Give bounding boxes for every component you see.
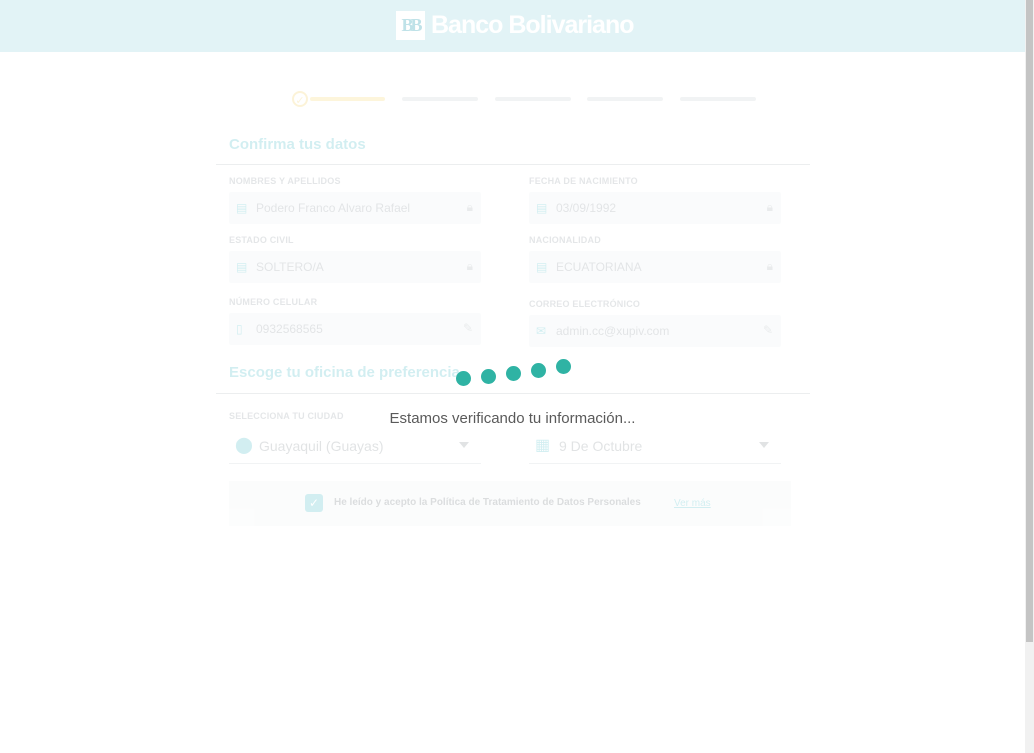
label-birthdate: FECHA DE NACIMIENTO (529, 176, 638, 186)
step-bar-5 (680, 97, 756, 101)
label-nationality: NACIONALIDAD (529, 235, 601, 245)
scrollbar-thumb[interactable] (1026, 0, 1033, 642)
scrollbar-track[interactable] (1025, 0, 1034, 753)
office-select[interactable]: ▦ 9 De Octubre (529, 429, 781, 464)
section-title-office: Escoge tu oficina de preferencia (229, 364, 460, 381)
phone-value: 0932568565 (256, 322, 323, 336)
id-card-icon: ▤ (236, 260, 248, 274)
names-value: Podero Franco Alvaro Rafael (256, 201, 411, 215)
step-bar-1 (310, 97, 385, 101)
phone-icon: ▯ (236, 322, 243, 336)
lock-icon: 🔒︎ (766, 200, 773, 214)
consent-box: ✓ He leído y acepto la Política de Trata… (229, 481, 791, 526)
civil-status-value: SOLTERO/A (256, 260, 324, 274)
label-phone: NÚMERO CELULAR (229, 297, 318, 307)
civil-status-field[interactable]: ▤ SOLTERO/A 🔒︎ (229, 251, 481, 283)
see-more-link[interactable]: Ver más (674, 498, 711, 509)
loader-dot (481, 369, 496, 384)
loading-spinner (456, 359, 576, 389)
loader-dot (531, 363, 546, 378)
lock-icon: 🔒︎ (466, 259, 473, 273)
loader-dot (556, 359, 571, 374)
birthdate-field[interactable]: ▤ 03/09/1992 🔒︎ (529, 192, 781, 224)
label-names: NOMBRES Y APELLIDOS (229, 176, 341, 186)
id-card-icon: ▤ (536, 201, 548, 215)
mail-icon: ✉ (536, 324, 547, 338)
email-field[interactable]: ✉ admin.cc@xupiv.com ✎ (529, 315, 781, 347)
city-select[interactable]: ⬤ Guayaquil (Guayas) (229, 429, 481, 464)
label-civil-status: ESTADO CIVIL (229, 235, 294, 245)
loader-dot (456, 371, 471, 386)
chevron-down-icon (759, 442, 769, 448)
lock-icon: 🔒︎ (766, 259, 773, 273)
consent-checkbox[interactable]: ✓ (305, 494, 323, 512)
loader-dot (506, 366, 521, 381)
id-card-icon: ▤ (536, 260, 548, 274)
email-value: admin.cc@xupiv.com (556, 324, 670, 338)
section-divider (216, 164, 810, 165)
city-value: Guayaquil (Guayas) (259, 438, 384, 454)
chevron-down-icon (459, 442, 469, 448)
progress-steps: ✓ (292, 90, 762, 110)
consent-text: He leído y acepto la Política de Tratami… (334, 497, 641, 508)
nationality-field[interactable]: ▤ ECUATORIANA 🔒︎ (529, 251, 781, 283)
header-bar: BB Banco Bolivariano (0, 0, 1025, 52)
step-bar-3 (495, 97, 571, 101)
brand-name: Banco Bolivariano (431, 11, 634, 39)
id-card-icon: ▤ (236, 201, 248, 215)
step-bar-4 (587, 97, 663, 101)
bank-logo[interactable]: BB Banco Bolivariano (396, 10, 634, 41)
lock-icon: 🔒︎ (466, 200, 473, 214)
label-email: CORREO ELECTRÓNICO (529, 299, 641, 309)
loading-message: Estamos verificando tu información... (389, 410, 636, 427)
names-field[interactable]: ▤ Podero Franco Alvaro Rafael 🔒︎ (229, 192, 481, 224)
location-pin-icon: ⬤ (235, 437, 253, 454)
logo-mark-icon: BB (396, 11, 425, 40)
nationality-value: ECUATORIANA (556, 260, 642, 274)
birthdate-value: 03/09/1992 (556, 201, 617, 215)
office-value: 9 De Octubre (559, 438, 643, 454)
building-icon: ▦ (535, 437, 551, 454)
section-title-personal: Confirma tus datos (229, 136, 366, 153)
section-divider (216, 393, 810, 394)
edit-icon[interactable]: ✎ (763, 323, 773, 337)
edit-icon[interactable]: ✎ (463, 321, 473, 335)
phone-field[interactable]: ▯ 0932568565 ✎ (229, 313, 481, 345)
check-icon: ✓ (292, 91, 308, 107)
step-bar-2 (402, 97, 478, 101)
